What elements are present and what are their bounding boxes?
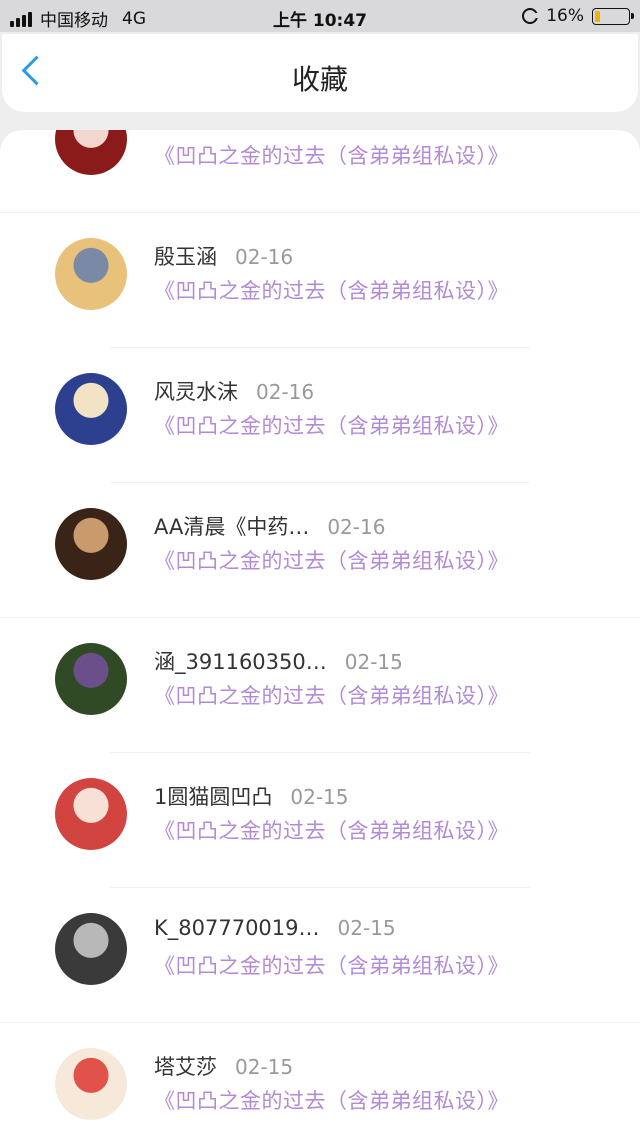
- favorites-list[interactable]: 《凹凸之金的过去（含弟弟组私设）》 殷玉涵 02-16 《凹凸之金的过去（含弟弟组私设…: [0, 130, 640, 1138]
- page-title: 收藏: [291, 63, 348, 96]
- user-line: 殷玉涵 02-16: [154, 241, 293, 271]
- list-item[interactable]: 1圆猫圆凹凸 02-15 《凹凸之金的过去（含弟弟组私设）》: [0, 753, 640, 888]
- favorite-date: 02-16: [235, 245, 294, 269]
- favorite-date: 02-15: [337, 916, 396, 940]
- user-line: 塔艾莎 02-15: [154, 1051, 293, 1081]
- list-item[interactable]: K_807770019… 02-15 《凹凸之金的过去（含弟弟组私设）》: [0, 888, 640, 1023]
- list-item[interactable]: AA清晨《中药… 02-16 《凹凸之金的过去（含弟弟组私设）》: [0, 483, 640, 618]
- user-line: 涵_391160350… 02-15: [154, 646, 403, 676]
- work-title[interactable]: 《凹凸之金的过去（含弟弟组私设）》: [154, 410, 509, 440]
- avatar[interactable]: [55, 1048, 127, 1120]
- user-name[interactable]: 殷玉涵: [154, 245, 217, 269]
- status-right: 16%: [522, 6, 634, 26]
- user-line: 1圆猫圆凹凸 02-15: [154, 781, 349, 811]
- favorite-date: 02-15: [344, 650, 403, 674]
- avatar[interactable]: [55, 778, 127, 850]
- work-title[interactable]: 《凹凸之金的过去（含弟弟组私设）》: [154, 680, 509, 710]
- avatar[interactable]: [55, 238, 127, 310]
- list-item[interactable]: 《凹凸之金的过去（含弟弟组私设）》: [0, 130, 640, 213]
- work-title[interactable]: 《凹凸之金的过去（含弟弟组私设）》: [154, 815, 509, 845]
- user-name[interactable]: 1圆猫圆凹凸: [154, 785, 272, 809]
- work-title[interactable]: 《凹凸之金的过去（含弟弟组私设）》: [154, 275, 509, 305]
- work-title[interactable]: 《凹凸之金的过去（含弟弟组私设）》: [154, 1085, 509, 1115]
- avatar[interactable]: [55, 913, 127, 985]
- list-item[interactable]: 殷玉涵 02-16 《凹凸之金的过去（含弟弟组私设）》: [0, 213, 640, 348]
- avatar[interactable]: [55, 508, 127, 580]
- favorite-date: 02-15: [235, 1055, 294, 1079]
- battery-fill: [595, 10, 601, 22]
- work-title[interactable]: 《凹凸之金的过去（含弟弟组私设）》: [154, 545, 509, 575]
- list-item[interactable]: 塔艾莎 02-15 《凹凸之金的过去（含弟弟组私设）》: [0, 1023, 640, 1138]
- status-bar: 中国移动 4G 上午 10:47 16%: [0, 0, 640, 32]
- avatar[interactable]: [55, 130, 127, 175]
- user-line: 风灵水沫 02-16: [154, 376, 314, 406]
- avatar[interactable]: [55, 643, 127, 715]
- list-item[interactable]: 风灵水沫 02-16 《凹凸之金的过去（含弟弟组私设）》: [0, 348, 640, 483]
- user-line: AA清晨《中药… 02-16: [154, 511, 385, 541]
- user-name[interactable]: 塔艾莎: [154, 1055, 217, 1079]
- favorite-date: 02-16: [327, 515, 386, 539]
- avatar[interactable]: [55, 373, 127, 445]
- work-title[interactable]: 《凹凸之金的过去（含弟弟组私设）》: [154, 140, 509, 170]
- user-name[interactable]: AA清晨《中药…: [154, 515, 309, 539]
- user-name[interactable]: K_807770019…: [154, 916, 320, 940]
- user-name[interactable]: 风灵水沫: [154, 380, 238, 404]
- favorite-date: 02-15: [290, 785, 349, 809]
- header-bar: 收藏: [2, 34, 638, 112]
- battery-icon: [592, 7, 634, 25]
- battery-percent: 16%: [546, 6, 584, 26]
- list-item[interactable]: 涵_391160350… 02-15 《凹凸之金的过去（含弟弟组私设）》: [0, 618, 640, 753]
- work-title[interactable]: 《凹凸之金的过去（含弟弟组私设）》: [154, 950, 509, 980]
- orientation-lock-icon: [522, 8, 540, 24]
- favorite-date: 02-16: [256, 380, 315, 404]
- user-line: K_807770019… 02-15: [154, 916, 396, 940]
- user-name[interactable]: 涵_391160350…: [154, 650, 327, 674]
